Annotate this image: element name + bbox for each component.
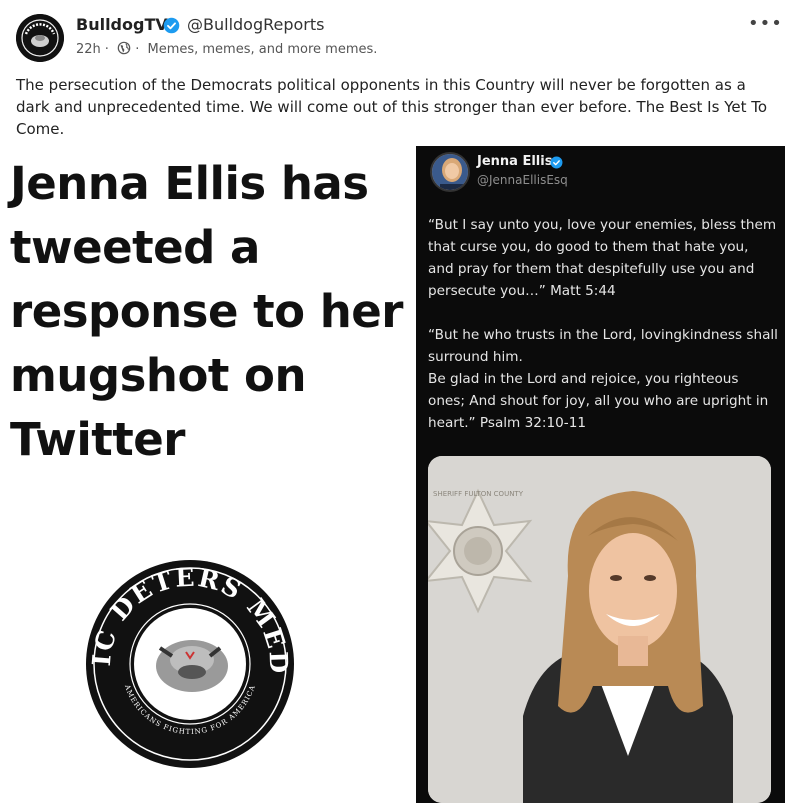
meta-separator: ·	[104, 42, 109, 57]
more-horizontal-icon[interactable]: •••	[748, 14, 782, 34]
post-header: BulldogTV @BulldogReports 22h · · Memes, …	[0, 0, 789, 66]
tweet-body: “But I say unto you, love your enemies, …	[428, 214, 778, 456]
globe-icon	[117, 41, 131, 55]
verified-check-icon	[163, 17, 180, 34]
bulldog-logo-icon	[16, 14, 64, 62]
post-image[interactable]: Jenna Ellis has tweeted a response to he…	[0, 146, 789, 803]
author-handle[interactable]: @BulldogReports	[187, 15, 324, 34]
tweet-avatar	[430, 152, 470, 192]
author-name[interactable]: BulldogTV	[76, 15, 168, 34]
mugshot-image-icon: SHERIFF FULTON COUNTY	[428, 456, 771, 803]
verified-check-icon	[550, 156, 563, 169]
tweet-author-name: Jenna Ellis	[477, 154, 553, 169]
tweet-paragraph: “But he who trusts in the Lord, lovingki…	[428, 327, 778, 431]
mugshot-photo: SHERIFF FULTON COUNTY	[428, 456, 771, 803]
meme-headline: Jenna Ellis has tweeted a response to he…	[10, 157, 403, 466]
meta-separator: ·	[135, 42, 140, 57]
group-name[interactable]: Memes, memes, and more memes.	[147, 42, 377, 57]
post-body-text: The persecution of the Democrats politic…	[16, 76, 768, 138]
eric-deters-media-logo: ERIC DETERS MEDIA AMERICANS FIGHTING FOR…	[68, 533, 300, 771]
post-time[interactable]: 22h	[76, 42, 101, 57]
tweet-screenshot: Jenna Ellis @JennaEllisEsq “But I say un…	[416, 146, 785, 803]
svg-text:SHERIFF FULTON COUNTY: SHERIFF FULTON COUNTY	[433, 490, 524, 498]
author-avatar[interactable]	[16, 14, 64, 62]
tweet-handle: @JennaEllisEsq	[477, 173, 568, 187]
media-logo-icon: ERIC DETERS MEDIA AMERICANS FIGHTING FOR…	[68, 533, 294, 768]
tweet-paragraph: “But I say unto you, love your enemies, …	[428, 217, 777, 299]
meme-left-panel: Jenna Ellis has tweeted a response to he…	[0, 146, 416, 803]
post-meta: 22h · · Memes, memes, and more memes.	[76, 41, 381, 57]
profile-photo-icon	[432, 154, 468, 190]
